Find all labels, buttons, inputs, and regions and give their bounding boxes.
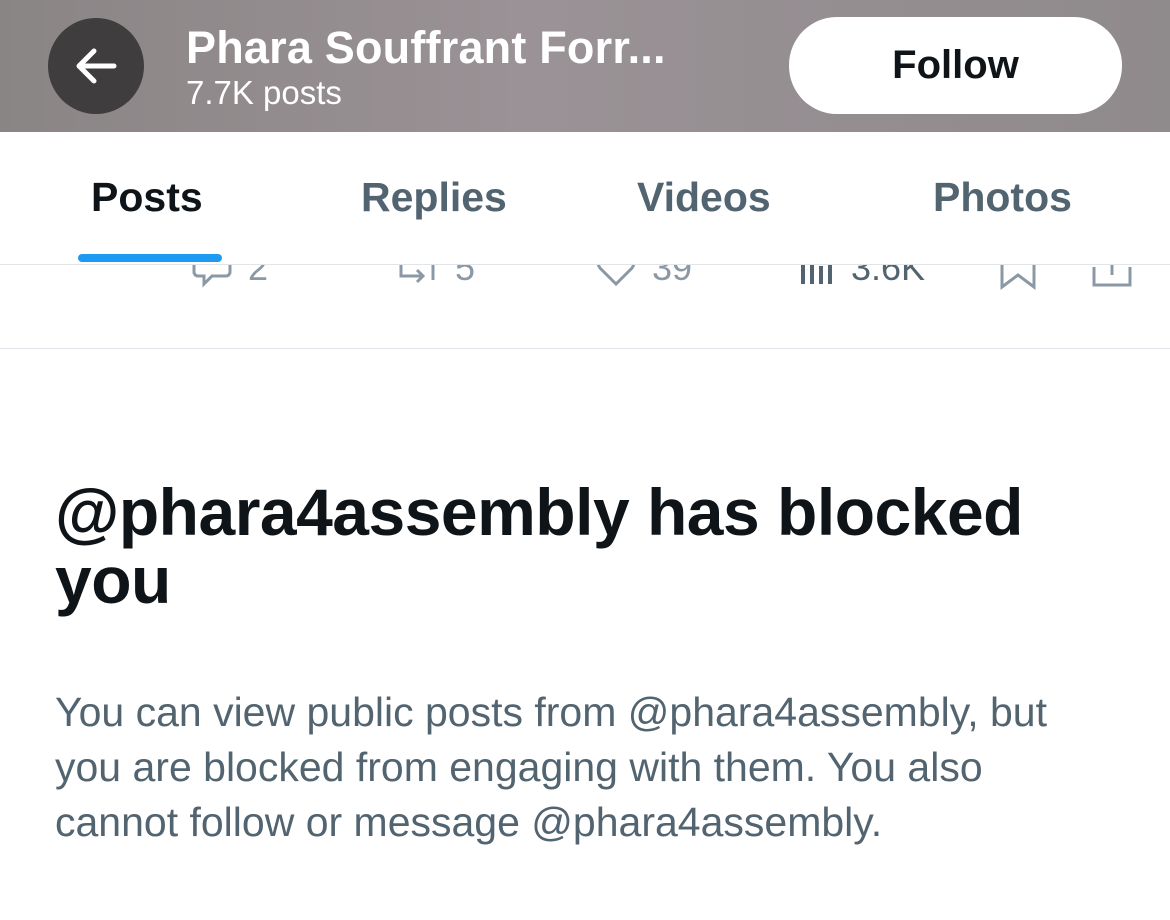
views-count: 3.6K bbox=[851, 265, 926, 288]
arrow-left-icon bbox=[76, 48, 117, 84]
like-icon bbox=[596, 265, 636, 287]
reply-action[interactable]: 2 bbox=[190, 265, 268, 289]
like-action[interactable]: 39 bbox=[594, 265, 692, 289]
back-button[interactable] bbox=[48, 18, 144, 114]
bookmark-icon bbox=[1000, 265, 1036, 290]
like-count: 39 bbox=[652, 265, 693, 288]
post-count: 7.7K posts bbox=[186, 74, 342, 111]
blocked-heading: @phara4assembly has blocked you bbox=[55, 475, 1023, 617]
active-tab-indicator bbox=[78, 254, 222, 262]
bookmark-action[interactable] bbox=[998, 265, 1038, 291]
post-action-bar: 2 5 39 3.6K bbox=[0, 265, 1170, 349]
views-icon bbox=[801, 265, 832, 284]
repost-action[interactable]: 5 bbox=[395, 265, 475, 289]
tab-replies[interactable]: Replies bbox=[361, 174, 507, 221]
tab-posts[interactable]: Posts bbox=[91, 174, 203, 221]
blocked-description: You can view public posts from @phara4as… bbox=[55, 689, 1047, 845]
tab-photos[interactable]: Photos bbox=[933, 174, 1072, 221]
repost-count: 5 bbox=[455, 265, 476, 288]
share-action[interactable] bbox=[1090, 265, 1134, 291]
profile-header: Phara Souffrant Forr... 7.7K posts Follo… bbox=[0, 0, 1170, 132]
reply-count: 2 bbox=[248, 265, 269, 288]
profile-tabs: Posts Replies Videos Photos bbox=[0, 132, 1170, 265]
repost-icon bbox=[399, 265, 435, 284]
reply-icon bbox=[192, 265, 232, 288]
follow-button[interactable]: Follow bbox=[789, 17, 1122, 114]
profile-name: Phara Souffrant Forr... bbox=[186, 22, 666, 73]
views-action[interactable]: 3.6K bbox=[797, 265, 925, 289]
share-icon bbox=[1092, 265, 1132, 287]
tab-videos[interactable]: Videos bbox=[637, 174, 771, 221]
